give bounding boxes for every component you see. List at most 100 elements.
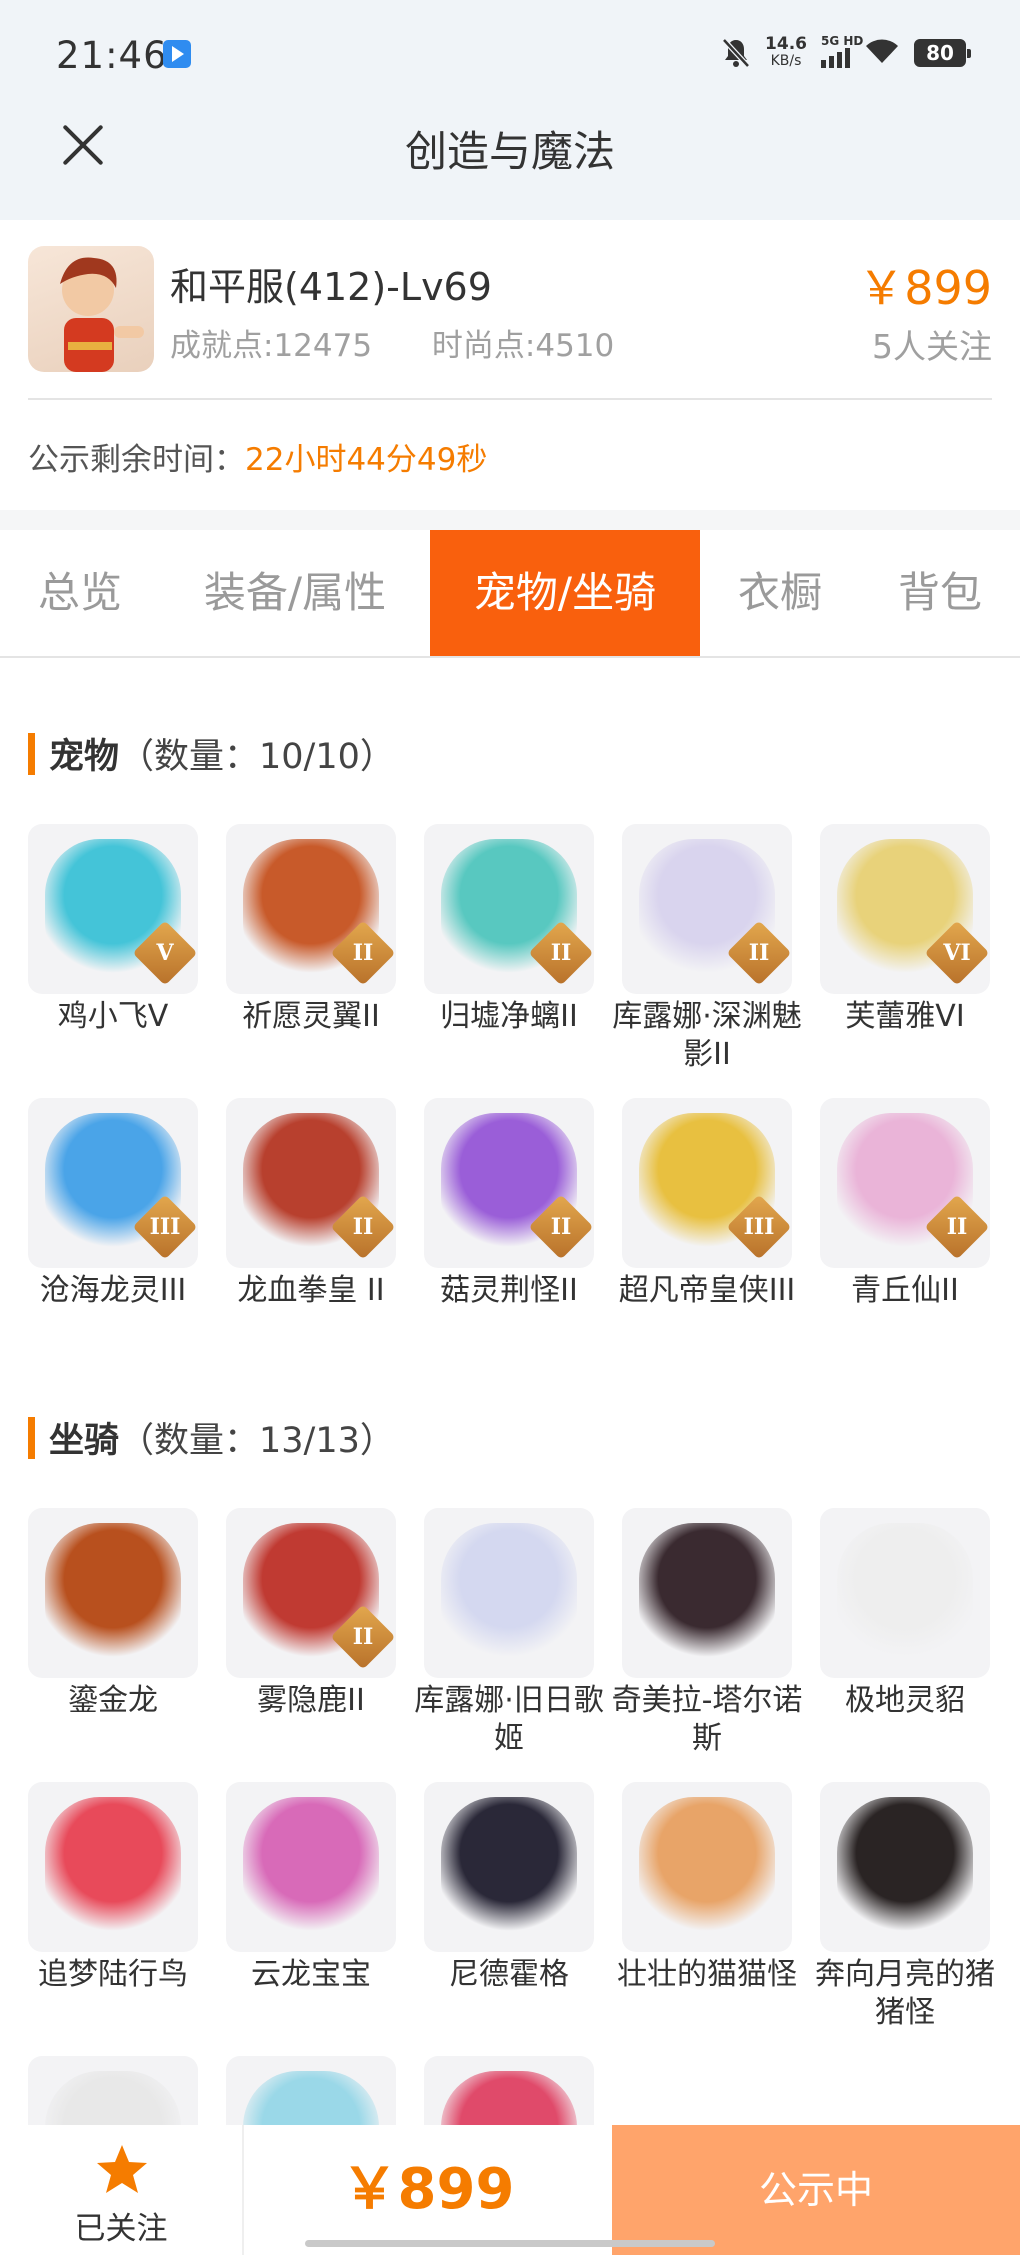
thumbnail: II — [424, 1098, 594, 1268]
stats: 成就点:12475 时尚点:4510 — [170, 320, 614, 365]
tier-badge-text: V — [156, 940, 174, 966]
mount-card[interactable]: II 雾隐鹿II — [226, 1508, 396, 1720]
tier-badge-text: II — [946, 1214, 968, 1240]
thumbnail — [424, 1508, 594, 1678]
tier-badge-text: II — [748, 940, 770, 966]
thumbnail: VI — [820, 824, 990, 994]
item-art-bird-mount — [45, 1797, 181, 1937]
net-speed: 14.6 KB/s — [765, 36, 807, 70]
notification-app-icon — [163, 40, 191, 68]
followers-count: 5人关注 — [872, 327, 992, 366]
countdown-value: 22小时44分49秒 — [245, 442, 488, 478]
countdown: 公示剩余时间：22小时44分49秒 — [28, 434, 487, 479]
mount-card[interactable]: 库露娜·旧日歌姬 — [414, 1508, 604, 1758]
pet-card[interactable]: II 青丘仙II — [820, 1098, 990, 1310]
divider — [28, 398, 992, 400]
thumbnail: III — [28, 1098, 198, 1268]
thumbnail — [226, 1782, 396, 1952]
item-name: 追梦陆行鸟 — [38, 1957, 188, 1992]
bell-off-icon — [721, 37, 751, 69]
pets-section-title: 宠物 （数量：10/10） — [28, 728, 395, 779]
thumbnail: V — [28, 824, 198, 994]
mounts-section-title: 坐骑 （数量：13/13） — [28, 1412, 395, 1463]
mount-card[interactable]: 极地灵貂 — [820, 1508, 990, 1720]
item-art-pig-mount — [837, 1797, 973, 1937]
item-art-chimera-mount — [639, 1523, 775, 1663]
tab-overview[interactable]: 总览 — [0, 530, 160, 656]
pet-card[interactable]: V 鸡小飞V — [28, 824, 198, 1036]
item-name: 鎏金龙 — [68, 1683, 158, 1718]
bottom-bar: 已关注 ￥899 公示中 — [0, 2125, 1020, 2255]
star-icon — [95, 2143, 149, 2195]
pet-card[interactable]: II 库露娜·深渊魅影II — [612, 824, 802, 1074]
tab-wardrobe[interactable]: 衣橱 — [700, 530, 860, 656]
tier-badge-text: II — [550, 1214, 572, 1240]
pet-card[interactable]: II 祈愿灵翼II — [226, 824, 396, 1036]
mounts-title: 坐骑 — [49, 1421, 120, 1461]
tier-badge-text: II — [352, 1214, 374, 1240]
follow-label: 已关注 — [74, 2211, 168, 2247]
net-speed-unit: KB/s — [770, 53, 802, 69]
wifi-icon — [864, 37, 900, 69]
top-area: 21:46 14.6 KB/s 5G HD 80 创造与魔法 — [0, 0, 1020, 220]
thumbnail — [820, 1508, 990, 1678]
item-name: 祈愿灵翼II — [242, 999, 380, 1034]
achievement-points: 成就点:12475 — [170, 328, 373, 364]
mount-card[interactable]: 奇美拉-塔尔诺斯 — [612, 1508, 802, 1758]
home-indicator — [305, 2240, 715, 2247]
item-name: 库露娜·深渊魅影II — [612, 999, 802, 1072]
pet-card[interactable]: III 沧海龙灵III — [28, 1098, 198, 1310]
item-art-cloud-dragon-mount — [243, 1797, 379, 1937]
pet-card[interactable]: II 归墟净螭II — [424, 824, 594, 1036]
item-name: 奔向月亮的猪猪怪 — [815, 1957, 995, 2030]
character-avatar[interactable] — [28, 246, 154, 372]
thumbnail: II — [226, 824, 396, 994]
item-name: 库露娜·旧日歌姬 — [414, 1683, 604, 1756]
thumbnail: II — [424, 824, 594, 994]
follow-button[interactable]: 已关注 — [0, 2125, 244, 2255]
pet-card[interactable]: VI 芙蕾雅VI — [820, 824, 990, 1036]
mounts-count: （数量：13/13） — [119, 1421, 395, 1461]
server-name: 和平服(412)-Lv69 — [170, 265, 492, 309]
tab-pets-mounts[interactable]: 宠物/坐骑 — [430, 530, 700, 656]
status-time: 21:46 — [56, 34, 168, 77]
mount-card[interactable]: 壮壮的猫猫怪 — [617, 1782, 797, 1994]
pet-card[interactable]: II 菇灵荆怪II — [424, 1098, 594, 1310]
tier-badge-text: VI — [943, 940, 971, 966]
pet-card[interactable]: II 龙血拳皇 II — [226, 1098, 396, 1310]
section-gap — [0, 510, 1020, 530]
item-name: 尼德霍格 — [449, 1957, 569, 1992]
fashion-points: 时尚点:4510 — [431, 328, 615, 364]
price: ￥899 — [858, 261, 992, 315]
publicity-status-button[interactable]: 公示中 — [612, 2125, 1020, 2255]
thumbnail: II — [226, 1098, 396, 1268]
thumbnail: II — [622, 824, 792, 994]
mount-card[interactable]: 追梦陆行鸟 — [28, 1782, 198, 1994]
pets-count: （数量：10/10） — [119, 737, 395, 777]
tab-equipment[interactable]: 装备/属性 — [160, 530, 430, 656]
item-art-marten-mount — [837, 1523, 973, 1663]
item-art-singer-mount — [441, 1523, 577, 1663]
thumbnail — [424, 1782, 594, 1952]
pet-card[interactable]: III 超凡帝皇侠III — [619, 1098, 795, 1310]
thumbnail: III — [622, 1098, 792, 1268]
mount-card[interactable]: 云龙宝宝 — [226, 1782, 396, 1994]
item-name: 沧海龙灵III — [39, 1273, 187, 1308]
mount-card[interactable]: 尼德霍格 — [424, 1782, 594, 1994]
item-name: 菇灵荆怪II — [440, 1273, 578, 1308]
thumbnail — [622, 1782, 792, 1952]
product-header: 和平服(412)-Lv69 成就点:12475 时尚点:4510 ￥899 5人… — [0, 220, 1020, 510]
pets-title: 宠物 — [49, 737, 120, 777]
battery-icon: 80 — [914, 39, 971, 67]
signal-icon: 5G HD — [821, 34, 863, 68]
net-speed-value: 14.6 — [765, 34, 807, 54]
item-name: 壮壮的猫猫怪 — [617, 1957, 797, 1992]
mount-card[interactable]: 奔向月亮的猪猪怪 — [815, 1782, 995, 2032]
tab-backpack[interactable]: 背包 — [860, 530, 1020, 656]
mount-card[interactable]: 鎏金龙 — [28, 1508, 198, 1720]
tier-badge-text: II — [550, 940, 572, 966]
item-name: 青丘仙II — [851, 1273, 959, 1308]
item-name: 归墟净螭II — [440, 999, 578, 1034]
network-label: 5G HD — [821, 34, 864, 48]
thumbnail — [28, 1782, 198, 1952]
